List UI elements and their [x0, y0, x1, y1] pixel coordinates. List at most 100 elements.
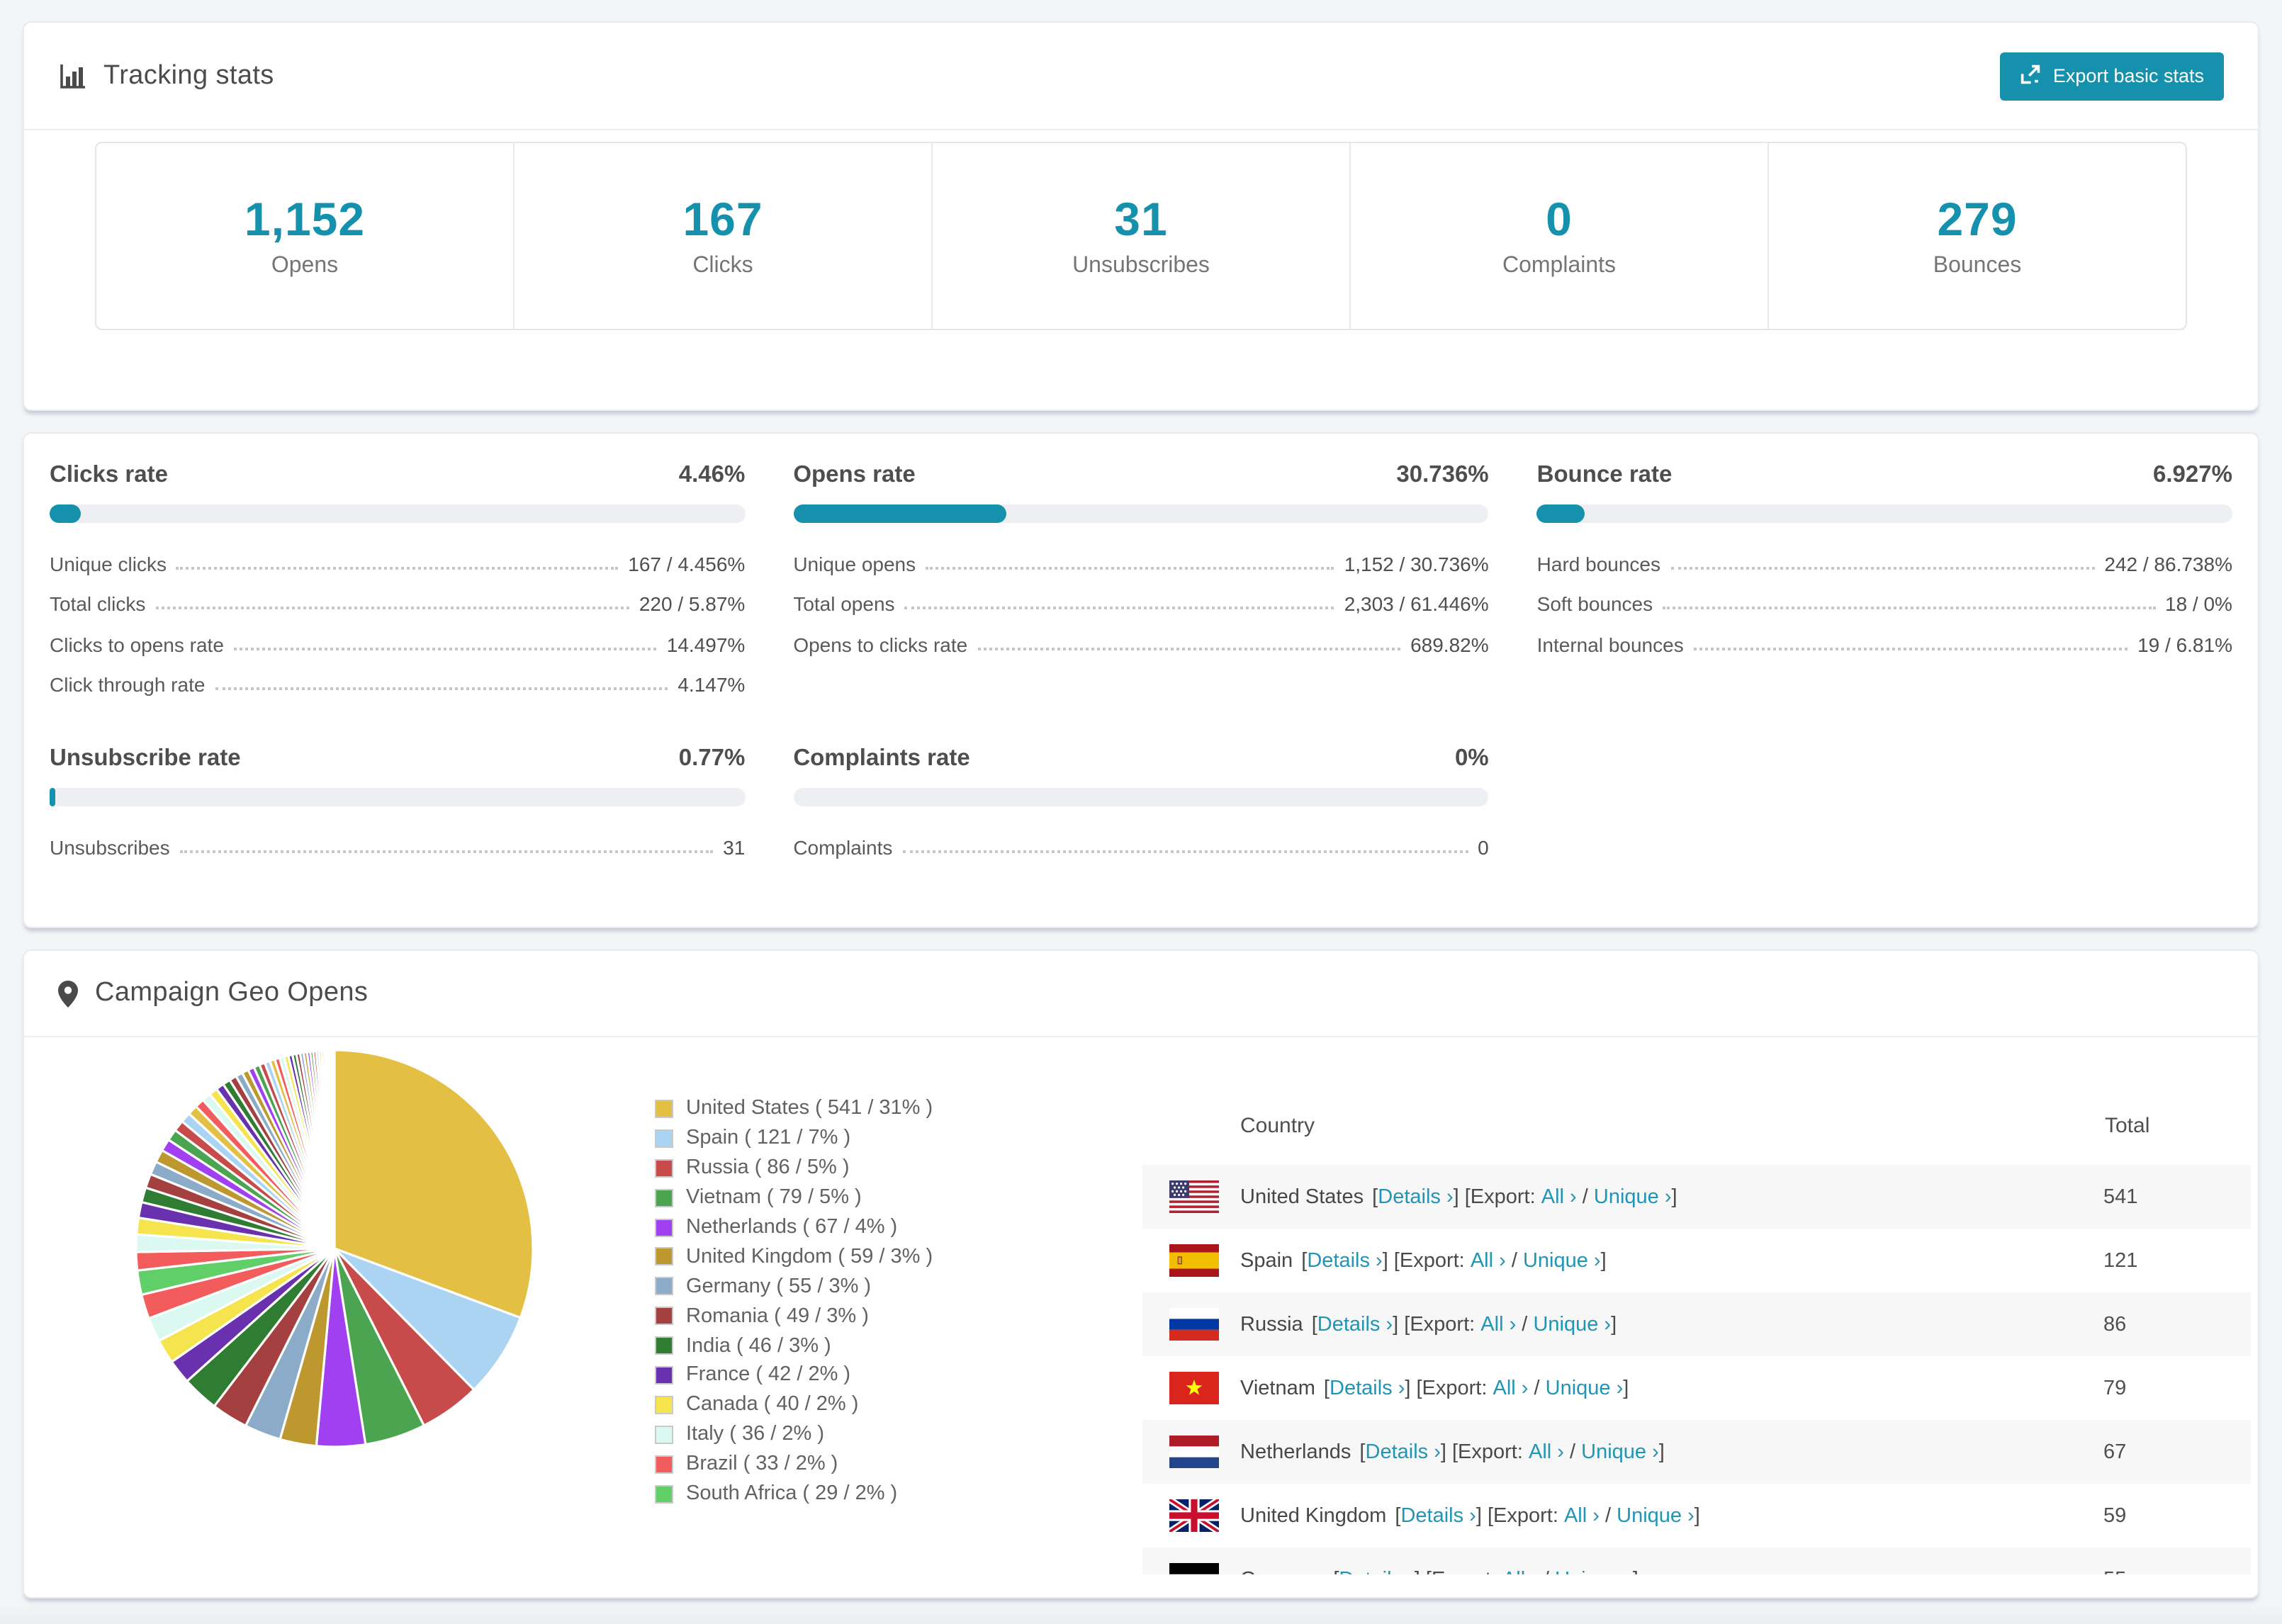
flag-icon-ru: [1169, 1308, 1219, 1341]
country-row-content: Vietnam [Details ›] [Export: All › / Uni…: [1142, 1372, 2103, 1404]
export-all-link-germany[interactable]: All ›: [1502, 1568, 1538, 1574]
legend-item-south-africa: South Africa ( 29 / 2% ): [655, 1479, 1123, 1509]
summary-stats-box: 1,152 Opens 167 Clicks 31 Unsubscribes 0 Compla…: [95, 142, 2187, 330]
legend-item-italy: Italy ( 36 / 2% ): [655, 1420, 1123, 1450]
stat-row-label: Complaints: [793, 835, 893, 858]
export-basic-stats-button[interactable]: Export basic stats: [2000, 52, 2224, 100]
export-all-link-united-states[interactable]: All ›: [1541, 1185, 1577, 1208]
details-link-netherlands[interactable]: Details ›: [1366, 1440, 1441, 1463]
dotted-leader: [176, 566, 619, 569]
legend-swatch: [655, 1484, 673, 1504]
country-cell-germany: Germany [Details ›] [Export: All › / Uni…: [1142, 1547, 2103, 1574]
geo-table-header-row: Country Total: [1142, 1086, 2251, 1165]
export-unique-link-netherlands[interactable]: Unique ›: [1581, 1440, 1659, 1463]
bracket: [: [1295, 1249, 1308, 1272]
export-button-label: Export basic stats: [2052, 65, 2204, 86]
legend-item-united-states: United States ( 541 / 31% ): [655, 1094, 1123, 1124]
rate-block-complaints-rate: Complaints rate 0% Complaints 0: [793, 745, 1489, 865]
geo-table-row-germany: Germany [Details ›] [Export: All › / Uni…: [1142, 1547, 2251, 1574]
total-cell-netherlands: 67: [2103, 1440, 2127, 1463]
details-link-spain[interactable]: Details ›: [1307, 1249, 1382, 1272]
details-link-united-kingdom[interactable]: Details ›: [1400, 1504, 1476, 1527]
geo-pie-svg: [135, 1049, 534, 1448]
bracket: ]: [1611, 1313, 1617, 1336]
rate-block-unsubscribe-rate: Unsubscribe rate 0.77% Unsubscribes 31: [50, 745, 746, 865]
flag-icon-es: [1169, 1244, 1219, 1277]
slash: /: [1528, 1377, 1546, 1399]
stat-row-value: 242 / 86.738%: [2104, 552, 2232, 575]
rate-progress-track: [793, 788, 1489, 806]
legend-swatch: [655, 1099, 673, 1118]
bracket: ]: [1623, 1377, 1629, 1399]
export-all-link-netherlands[interactable]: All ›: [1529, 1440, 1564, 1463]
stat-row-unique-clicks: Unique clicks 167 / 4.456%: [50, 541, 745, 582]
rate-head-opens-rate: Opens rate 30.736%: [793, 462, 1488, 489]
stat-row-value: 167 / 4.456%: [628, 552, 746, 575]
legend-item-vietnam: Vietnam ( 79 / 5% ): [655, 1183, 1123, 1212]
dotted-leader: [1663, 607, 2155, 609]
bracket: [: [1317, 1377, 1330, 1399]
export-unique-link-russia[interactable]: Unique ›: [1533, 1313, 1611, 1336]
summary-value-opens: 1,152: [244, 193, 366, 245]
stat-row-value: 2,303 / 61.446%: [1344, 592, 1489, 615]
stat-row-total-clicks: Total clicks 220 / 5.87%: [50, 582, 745, 622]
rate-progress-fill: [50, 504, 81, 523]
stat-row-value: 220 / 5.87%: [639, 592, 746, 615]
stat-row-value: 0: [1478, 835, 1489, 858]
details-link-united-states[interactable]: Details ›: [1378, 1185, 1453, 1208]
export-unique-link-united-kingdom[interactable]: Unique ›: [1617, 1504, 1694, 1527]
export-unique-link-united-states[interactable]: Unique ›: [1594, 1185, 1672, 1208]
bracket: ] [Export:: [1476, 1504, 1564, 1527]
rates-grid: Clicks rate 4.46% Unique clicks 167 / 4.456…: [24, 434, 2258, 865]
legend-item-france: France ( 42 / 2% ): [655, 1360, 1123, 1390]
bracket: ] [Export:: [1382, 1249, 1471, 1272]
legend-swatch: [655, 1395, 673, 1414]
summary-card-unsubscribes: 31 Unsubscribes: [931, 143, 1349, 329]
legend-item-india: India ( 46 / 3% ): [655, 1331, 1123, 1360]
legend-swatch: [655, 1158, 673, 1178]
export-all-link-russia[interactable]: All ›: [1480, 1313, 1516, 1336]
rate-head-clicks-rate: Clicks rate 4.46%: [50, 462, 745, 489]
campaign-overview-page: Tracking stats Export basic stats 1,152 O…: [0, 0, 2282, 1624]
bracket: ]: [1600, 1249, 1607, 1272]
export-all-link-spain[interactable]: All ›: [1471, 1249, 1506, 1272]
stat-row-clicks-to-opens-rate: Clicks to opens rate 14.497%: [50, 622, 745, 662]
dotted-leader: [1670, 566, 2095, 569]
bracket: ] [Export:: [1453, 1185, 1541, 1208]
bracket: ]: [1671, 1185, 1677, 1208]
flag-icon-nl: [1169, 1436, 1219, 1468]
export-all-link-vietnam[interactable]: All ›: [1493, 1377, 1529, 1399]
rate-value: 0.77%: [678, 745, 746, 771]
dotted-leader: [233, 647, 657, 650]
rates-panel: Clicks rate 4.46% Unique clicks 167 / 4.456…: [23, 432, 2259, 928]
stat-row-label: Click through rate: [50, 673, 206, 696]
legend-label: Spain ( 121 / 7% ): [686, 1127, 851, 1150]
stat-row-label: Total clicks: [50, 592, 146, 615]
country-cell-vietnam: Vietnam [Details ›] [Export: All › / Uni…: [1142, 1356, 2103, 1420]
export-unique-link-spain[interactable]: Unique ›: [1523, 1249, 1601, 1272]
details-link-germany[interactable]: Details ›: [1339, 1568, 1414, 1574]
legend-label: Romania ( 49 / 3% ): [686, 1304, 869, 1328]
stat-row-click-through-rate: Click through rate 4.147%: [50, 662, 745, 703]
stat-row-unsubscribes: Unsubscribes 31: [50, 825, 745, 865]
details-link-russia[interactable]: Details ›: [1317, 1313, 1393, 1336]
export-unique-link-germany[interactable]: Unique ›: [1555, 1568, 1633, 1574]
country-cell-united-kingdom: United Kingdom [Details ›] [Export: All …: [1142, 1484, 2103, 1547]
legend-item-canada: Canada ( 40 / 2% ): [655, 1390, 1123, 1420]
flag-icon-de: [1169, 1563, 1219, 1574]
details-link-vietnam[interactable]: Details ›: [1330, 1377, 1405, 1399]
stat-row-value: 19 / 6.81%: [2137, 633, 2232, 655]
geo-body: United States ( 541 / 31% ) Spain ( 121 /…: [24, 1037, 2258, 1598]
stat-row-value: 1,152 / 30.736%: [1344, 552, 1489, 575]
map-pin-icon: [58, 980, 78, 1007]
legend-label: Germany ( 55 / 3% ): [686, 1275, 872, 1298]
rate-progress-track: [1536, 504, 2232, 523]
geo-table-row-spain: Spain [Details ›] [Export: All › / Uniqu…: [1142, 1229, 2251, 1292]
country-name: Germany: [1240, 1568, 1325, 1574]
legend-label: Canada ( 40 / 2% ): [686, 1393, 859, 1416]
export-all-link-united-kingdom[interactable]: All ›: [1564, 1504, 1600, 1527]
export-unique-link-vietnam[interactable]: Unique ›: [1546, 1377, 1624, 1399]
bracket: ] [Export:: [1415, 1568, 1502, 1574]
legend-swatch: [655, 1277, 673, 1296]
stat-row-label: Unique opens: [793, 552, 916, 575]
